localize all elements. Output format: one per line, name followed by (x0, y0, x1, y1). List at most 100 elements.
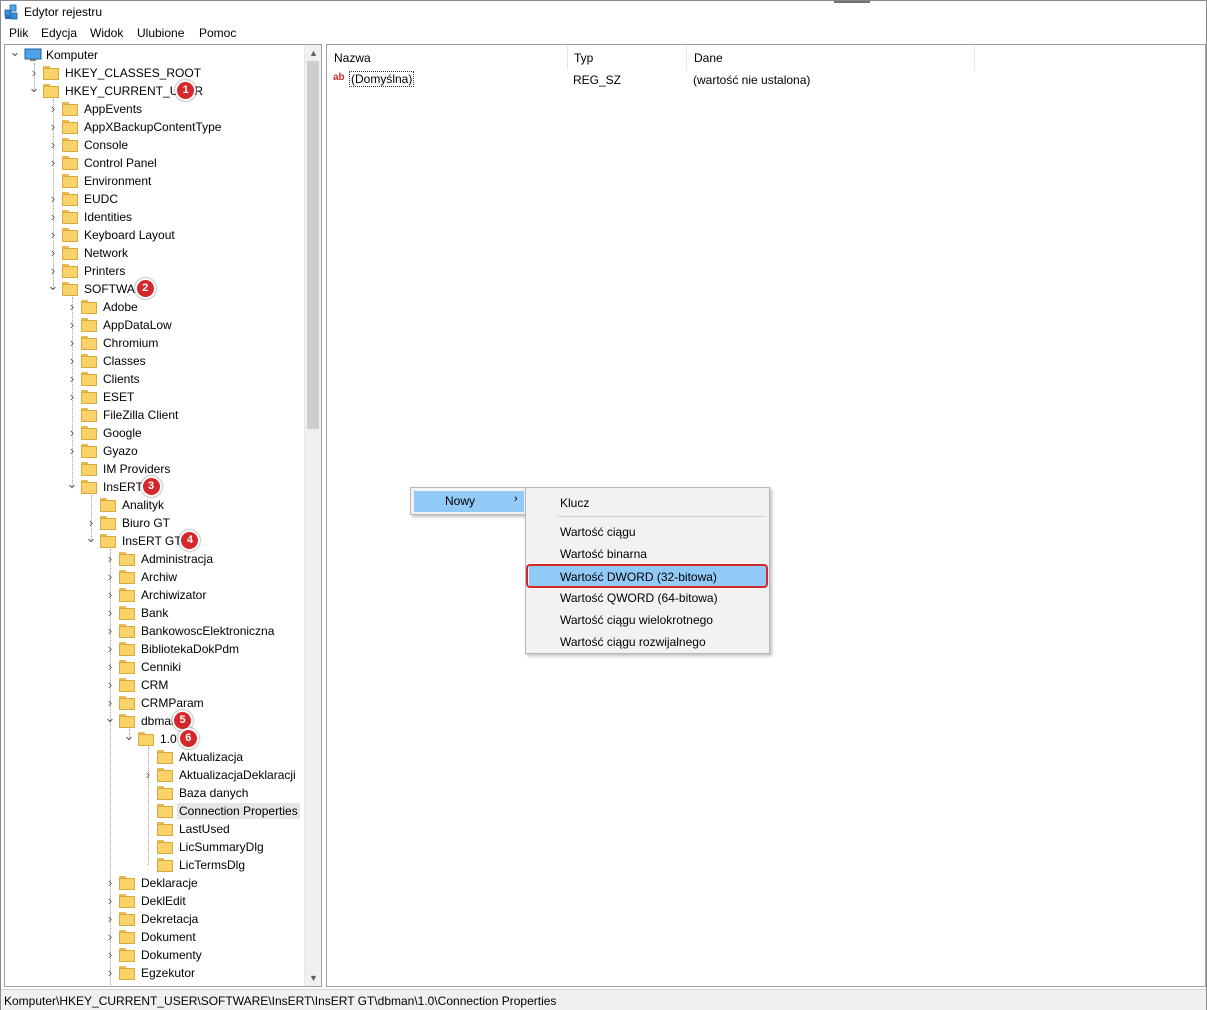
submenu-item-string-value[interactable]: Wartość ciągu (529, 520, 766, 542)
expand-chevron-icon[interactable]: › (47, 226, 59, 244)
tree-node-label: Connection Properties (177, 803, 300, 819)
expand-chevron-icon[interactable]: › (104, 874, 116, 892)
expand-chevron-icon[interactable]: › (104, 910, 116, 928)
tree-node-label: IM Providers (103, 462, 171, 476)
registry-tree[interactable]: ⌄ Komputer › HKEY_CLASSES_ROOT ⌄ HKEY_CURRENT… (4, 44, 322, 987)
menu-bar: Plik Edycja Widok Ulubione Pomoc (1, 23, 1206, 43)
expand-chevron-icon[interactable]: › (104, 622, 116, 640)
collapse-chevron-icon[interactable]: ⌄ (104, 711, 116, 730)
folder-icon (43, 84, 59, 98)
folder-icon (81, 372, 97, 386)
highlight-outline (526, 564, 768, 588)
tree-node-label: AktualizacjaDeklaracji (179, 768, 296, 782)
status-path: Komputer\HKEY_CURRENT_USER\SOFTWARE\InsE… (4, 994, 557, 1008)
expand-chevron-icon[interactable]: › (66, 370, 78, 388)
folder-icon (119, 588, 135, 602)
submenu-item-label: Wartość QWORD (64-bitowa) (560, 591, 718, 605)
expand-chevron-icon[interactable]: › (104, 586, 116, 604)
expand-chevron-icon[interactable]: › (66, 424, 78, 442)
expand-chevron-icon[interactable]: › (66, 316, 78, 334)
collapse-chevron-icon[interactable]: ⌄ (28, 81, 40, 100)
folder-icon (119, 660, 135, 674)
collapse-chevron-icon[interactable]: ⌄ (9, 45, 21, 64)
expand-chevron-icon[interactable]: › (47, 136, 59, 154)
submenu-item-multi-string-value[interactable]: Wartość ciągu wielokrotnego (529, 608, 766, 630)
scroll-up-arrow-icon[interactable]: ▲ (305, 45, 321, 61)
submenu-item-klucz[interactable]: Klucz (529, 491, 766, 513)
collapse-chevron-icon[interactable]: ⌄ (123, 729, 135, 748)
submenu-item-expandable-string-value[interactable]: Wartość ciągu rozwijalnego (529, 630, 766, 652)
column-header-name[interactable]: Nazwa (327, 45, 568, 70)
collapse-chevron-icon[interactable]: ⌄ (47, 279, 59, 298)
tree-node-label: AppEvents (84, 102, 143, 116)
tree-node-label: Deklaracje (141, 876, 198, 890)
tree-node-label: Biuro GT (122, 516, 171, 530)
expand-chevron-icon[interactable]: › (47, 244, 59, 262)
folder-icon (62, 120, 78, 134)
expand-chevron-icon[interactable]: › (104, 604, 116, 622)
expand-chevron-icon[interactable]: › (104, 964, 116, 982)
folder-icon (81, 390, 97, 404)
column-header-type[interactable]: Typ (567, 45, 687, 70)
submenu-item-binary-value[interactable]: Wartość binarna (529, 542, 766, 564)
tree-node-label: Clients (103, 372, 140, 386)
expand-chevron-icon[interactable]: › (47, 118, 59, 136)
tree-node-label: Control Panel (84, 156, 157, 170)
folder-icon (62, 210, 78, 224)
menu-item-nowy-label: Nowy (445, 494, 476, 508)
expand-chevron-icon[interactable]: › (66, 298, 78, 316)
tree-node-label: Cenniki (141, 660, 182, 674)
folder-icon (81, 318, 97, 332)
expand-chevron-icon[interactable]: › (104, 676, 116, 694)
menu-plik[interactable]: Plik (8, 26, 29, 40)
expand-chevron-icon[interactable]: › (104, 640, 116, 658)
expand-chevron-icon[interactable]: › (104, 658, 116, 676)
expand-chevron-icon[interactable]: › (104, 892, 116, 910)
expand-chevron-icon[interactable]: › (104, 928, 116, 946)
menu-widok[interactable]: Widok (89, 26, 124, 40)
expand-chevron-icon[interactable]: › (142, 766, 154, 784)
value-data: (wartość nie ustalona) (693, 73, 811, 87)
expand-chevron-icon[interactable]: › (66, 352, 78, 370)
expand-chevron-icon[interactable]: › (47, 208, 59, 226)
expand-chevron-icon[interactable]: › (47, 100, 59, 118)
menu-pomoc[interactable]: Pomoc (198, 26, 237, 40)
new-submenu: Klucz Wartość ciągu Wartość binarna Wart… (525, 487, 770, 654)
expand-chevron-icon[interactable]: › (47, 154, 59, 172)
expand-chevron-icon[interactable]: › (47, 190, 59, 208)
title-bar-edge (834, 1, 870, 3)
submenu-item-qword-value[interactable]: Wartość QWORD (64-bitowa) (529, 586, 766, 608)
menu-edycja[interactable]: Edycja (40, 26, 78, 40)
expand-chevron-icon[interactable]: › (66, 334, 78, 352)
scroll-down-arrow-icon[interactable]: ▼ (305, 970, 321, 986)
tree-node-label: AppXBackupContentType (84, 120, 222, 134)
tree-scrollbar[interactable]: ▲ ▼ (304, 45, 321, 986)
expand-chevron-icon[interactable]: › (66, 442, 78, 460)
expand-chevron-icon[interactable]: › (104, 568, 116, 586)
submenu-item-label: Wartość ciągu (560, 525, 636, 539)
tree-node-label: Aktualizacja (179, 750, 244, 764)
column-header-data[interactable]: Dane (687, 45, 975, 70)
expand-chevron-icon[interactable]: › (66, 388, 78, 406)
folder-icon (100, 516, 116, 530)
value-row[interactable]: ab (Domyślna) REG_SZ (wartość nie ustalo… (327, 70, 1205, 90)
menu-item-nowy[interactable]: Nowy › (414, 491, 524, 512)
tree-node-label: ESET (103, 390, 135, 404)
value-name: (Domyślna) (349, 71, 415, 87)
collapse-chevron-icon[interactable]: ⌄ (85, 531, 97, 550)
collapse-chevron-icon[interactable]: ⌄ (66, 477, 78, 496)
menu-ulubione[interactable]: Ulubione (136, 26, 185, 40)
tree-node-label: Dokumenty (141, 948, 202, 962)
tree-node-label: InsERT GT (122, 534, 182, 548)
folder-icon (81, 480, 97, 494)
folder-icon (119, 624, 135, 638)
folder-icon (43, 66, 59, 80)
tree-node-label: LicSummaryDlg (179, 840, 264, 854)
expand-chevron-icon[interactable]: › (104, 550, 116, 568)
scrollbar-thumb[interactable] (307, 61, 319, 429)
folder-icon (62, 192, 78, 206)
expand-chevron-icon[interactable]: › (104, 946, 116, 964)
tree-node-label: HKEY_CLASSES_ROOT (65, 66, 202, 80)
